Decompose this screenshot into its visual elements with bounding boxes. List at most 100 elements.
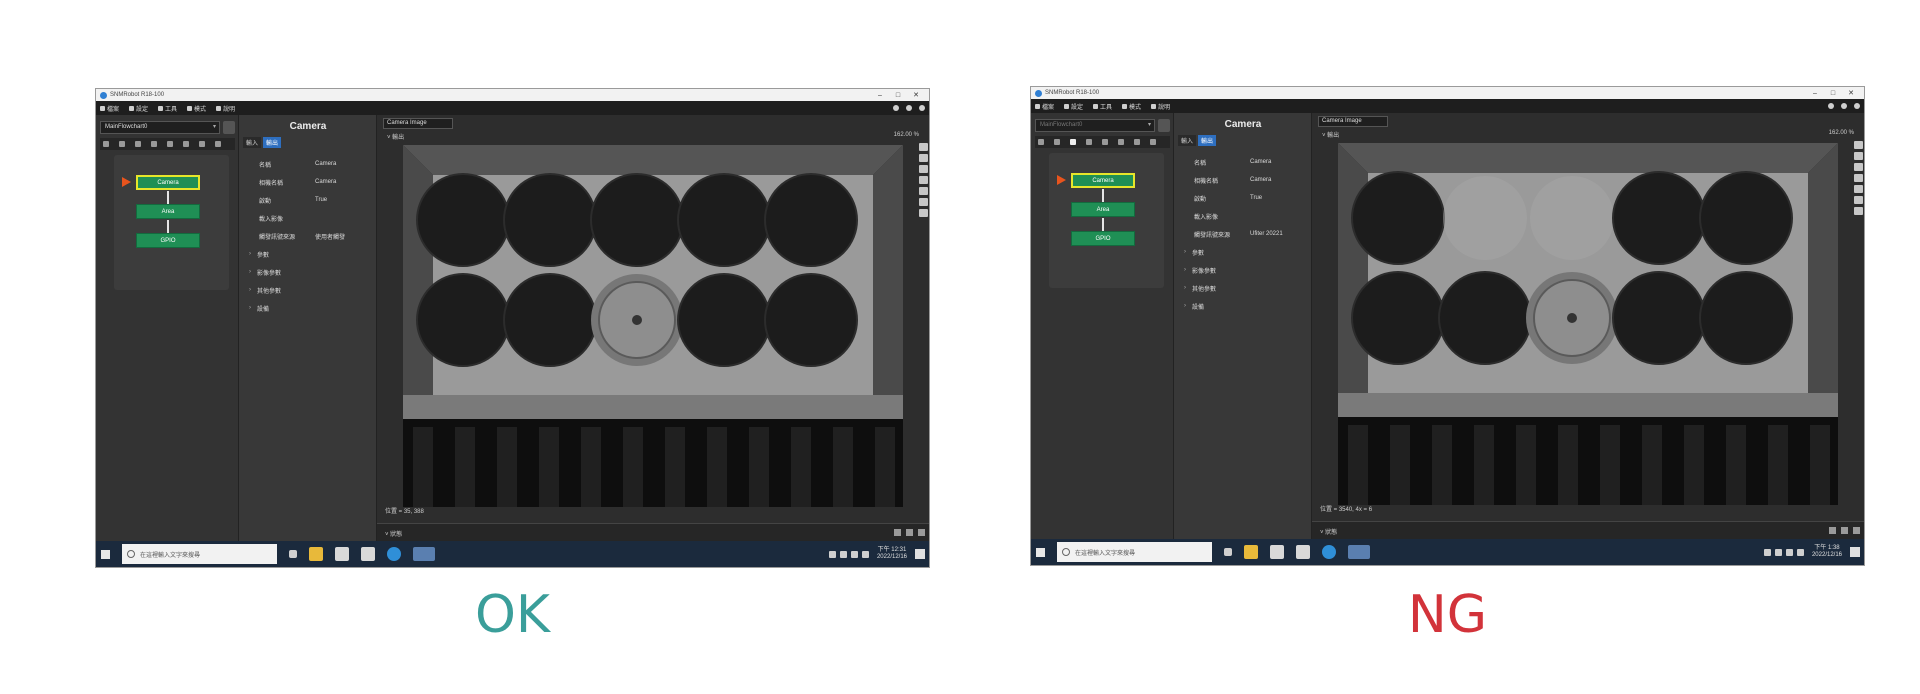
user-icon[interactable] [1841,103,1847,109]
delete-icon[interactable] [1150,139,1156,145]
zoom-out-icon[interactable] [1854,163,1863,171]
windows-start-icon[interactable] [1031,539,1049,565]
task-view-icon[interactable] [1224,548,1232,556]
menu-help[interactable]: 說明 [1151,102,1170,111]
menu-file[interactable]: 檔案 [100,104,119,113]
play-icon[interactable] [103,141,109,147]
pan-icon[interactable] [919,176,928,184]
layout-icon[interactable] [894,529,901,536]
app-icon[interactable] [1348,545,1370,559]
image-output-label[interactable]: ˅ 輸出 [387,132,404,141]
app-icon[interactable] [413,547,435,561]
tray-icon[interactable] [1763,548,1771,556]
tray-icon[interactable] [828,550,836,558]
property-row[interactable]: 載入影像 [1194,207,1309,225]
property-group[interactable]: › 其他參數 [249,281,374,299]
battery-icon[interactable] [1796,548,1804,556]
run-icon[interactable] [893,105,899,111]
zoom-out-icon[interactable] [919,165,928,173]
save-icon[interactable] [1854,196,1863,204]
refresh-icon[interactable] [183,141,189,147]
status-label[interactable]: ˅ 狀態 [385,532,402,538]
user-icon[interactable] [906,105,912,111]
layout-icon[interactable] [1829,527,1836,534]
pause-icon[interactable] [1102,139,1108,145]
property-group[interactable]: › 設備 [249,299,374,317]
crosshair-icon[interactable] [919,187,928,195]
edge-icon[interactable] [1322,545,1336,559]
tab-input[interactable]: 輸入 [1178,135,1197,146]
maximize-icon[interactable]: □ [1824,90,1842,97]
flowchart-settings-button[interactable] [223,121,235,134]
node-area[interactable]: Area [136,204,200,219]
stop-icon[interactable] [1054,139,1060,145]
clock[interactable]: 下午 12:31 2022/12/16 [877,547,907,561]
add-icon[interactable] [1134,139,1140,145]
property-row[interactable]: 載入影像 [259,209,374,227]
pause-icon[interactable] [167,141,173,147]
refresh-icon[interactable] [1118,139,1124,145]
layout-icon[interactable] [906,529,913,536]
camera-image[interactable] [1338,143,1838,505]
loop-icon[interactable] [1086,139,1092,145]
step-icon[interactable] [135,141,141,147]
node-area[interactable]: Area [1071,202,1135,217]
menu-tools[interactable]: 工具 [1093,102,1112,111]
menu-tools[interactable]: 工具 [158,104,177,113]
windows-start-icon[interactable] [96,541,114,567]
notification-icon[interactable] [1850,547,1860,557]
minimize-icon[interactable]: – [871,92,889,99]
node-camera[interactable]: Camera [1071,173,1135,188]
layout-icon[interactable] [1853,527,1860,534]
property-group[interactable]: › 影像參數 [1184,261,1309,279]
crosshair-icon[interactable] [1854,185,1863,193]
menu-file[interactable]: 檔案 [1035,102,1054,111]
menu-settings[interactable]: 設定 [129,104,148,113]
notification-icon[interactable] [915,549,925,559]
run-icon[interactable] [1828,103,1834,109]
gear-icon[interactable] [919,105,925,111]
battery-icon[interactable] [861,550,869,558]
menu-settings[interactable]: 設定 [1064,102,1083,111]
save-icon[interactable] [919,198,928,206]
volume-icon[interactable] [1785,548,1793,556]
status-label[interactable]: ˅ 狀態 [1320,530,1337,536]
tab-output[interactable]: 輸出 [1198,135,1217,146]
image-output-label[interactable]: ˅ 輸出 [1322,130,1339,139]
property-group[interactable]: › 其他參數 [1184,279,1309,297]
excel-icon[interactable] [361,547,375,561]
edge-icon[interactable] [387,547,401,561]
network-icon[interactable] [839,550,847,558]
property-group[interactable]: › 參數 [249,245,374,263]
search-input[interactable]: 在這裡輸入文字來搜尋 [1057,542,1212,562]
image-source-select[interactable]: Camera Image [1318,116,1388,127]
grid-icon[interactable] [1854,207,1863,215]
property-group[interactable]: › 設備 [1184,297,1309,315]
fit-icon[interactable] [919,143,928,151]
pan-icon[interactable] [1854,174,1863,182]
grid-icon[interactable] [919,209,928,217]
network-icon[interactable] [1774,548,1782,556]
fit-icon[interactable] [1854,141,1863,149]
node-gpio[interactable]: GPIO [1071,231,1135,246]
add-icon[interactable] [199,141,205,147]
minimize-icon[interactable]: – [1806,90,1824,97]
zoom-in-icon[interactable] [919,154,928,162]
property-row[interactable]: 相機名稱 Camera [1194,171,1309,189]
property-group[interactable]: › 參數 [1184,243,1309,261]
camera-image[interactable] [403,145,903,507]
property-row[interactable]: 觸發訊號來源 Ufiter 20221 [1194,225,1309,243]
node-gpio[interactable]: GPIO [136,233,200,248]
tab-input[interactable]: 輸入 [243,137,262,148]
property-row[interactable]: 啟動 True [259,191,374,209]
flowchart-settings-button[interactable] [1158,119,1170,132]
search-input[interactable]: 在這裡輸入文字來搜尋 [122,544,277,564]
excel-icon[interactable] [1296,545,1310,559]
loop-icon[interactable] [151,141,157,147]
tab-output[interactable]: 輸出 [263,137,282,148]
file-explorer-icon[interactable] [309,547,323,561]
property-row[interactable]: 相機名稱 Camera [259,173,374,191]
excel-icon[interactable] [1270,545,1284,559]
menu-help[interactable]: 說明 [216,104,235,113]
layout-icon[interactable] [1841,527,1848,534]
